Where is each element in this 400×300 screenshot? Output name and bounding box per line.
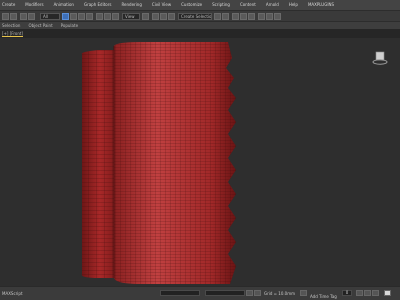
render-frame-icon[interactable]	[266, 13, 273, 20]
x-coordinate-field[interactable]	[160, 290, 200, 296]
select-and-scale-icon[interactable]	[112, 13, 119, 20]
menu-create[interactable]: Create	[2, 0, 15, 10]
redo-icon[interactable]	[10, 13, 17, 20]
maximize-viewport-icon[interactable]	[384, 290, 391, 296]
menu-customize[interactable]: Customize	[181, 0, 202, 10]
pivot-center-icon[interactable]	[142, 13, 149, 20]
selection-filter-dropdown[interactable]: All	[40, 13, 60, 20]
undo-icon[interactable]	[2, 13, 9, 20]
pan-icon[interactable]	[372, 290, 379, 296]
menu-graph-editors[interactable]: Graph Editors	[84, 0, 111, 10]
menu-arnold[interactable]: Arnold	[266, 0, 279, 10]
menu-help[interactable]: Help	[289, 0, 298, 10]
menu-modifiers[interactable]: Modifiers	[25, 0, 43, 10]
ribbon-tab-object-paint[interactable]: Object Paint	[28, 23, 52, 28]
menu-maxplugins[interactable]: MAXPLUGINS	[308, 0, 334, 10]
zoom-extents-icon[interactable]	[356, 290, 363, 296]
rectangular-selection-icon[interactable]	[78, 13, 85, 20]
ribbon-tabs: Selection Object Paint Populate	[0, 22, 400, 29]
mirror-icon[interactable]	[214, 13, 221, 20]
ribbon-tab-selection[interactable]: Selection	[2, 23, 20, 28]
menu-scripting[interactable]: Scripting	[212, 0, 230, 10]
window-crossing-icon[interactable]	[86, 13, 93, 20]
y-coordinate-field[interactable]	[205, 290, 245, 296]
maxscript-listener-label[interactable]: MAXScript	[2, 291, 23, 296]
menu-content[interactable]: Content	[240, 0, 256, 10]
ribbon-tab-populate[interactable]: Populate	[61, 23, 78, 28]
status-bar: MAXScript Grid = 10.0mm Add Time Tag 0	[0, 286, 400, 300]
tire-cylinder	[113, 42, 236, 284]
select-and-move-icon[interactable]	[96, 13, 103, 20]
front-viewport[interactable]	[0, 38, 400, 286]
link-icon[interactable]	[20, 13, 27, 20]
angle-snap-icon[interactable]	[160, 13, 167, 20]
unlink-icon[interactable]	[28, 13, 35, 20]
viewport-header: [+] [Front]	[0, 29, 400, 38]
select-object-icon[interactable]	[62, 13, 69, 20]
zoom-icon[interactable]	[364, 290, 371, 296]
snaps-toggle-icon[interactable]	[152, 13, 159, 20]
render-production-icon[interactable]	[274, 13, 281, 20]
curve-editor-icon[interactable]	[240, 13, 247, 20]
reference-coordinate-dropdown[interactable]: View	[122, 13, 140, 20]
align-icon[interactable]	[222, 13, 229, 20]
frame-field[interactable]: 0	[342, 290, 352, 296]
add-time-tag-label[interactable]: Add Time Tag	[310, 294, 337, 299]
main-toolbar: All View Create Selection Set	[0, 10, 400, 22]
named-selection-sets-dropdown[interactable]: Create Selection Set	[178, 13, 212, 20]
set-key-icon[interactable]	[246, 290, 253, 296]
select-and-rotate-icon[interactable]	[104, 13, 111, 20]
menu-bar: Create Modifiers Animation Graph Editors…	[0, 0, 400, 10]
render-setup-icon[interactable]	[258, 13, 265, 20]
menu-civil-view[interactable]: Civil View	[152, 0, 171, 10]
hub-cylinder	[81, 50, 118, 278]
menu-rendering[interactable]: Rendering	[121, 0, 141, 10]
time-tag-icon[interactable]	[300, 290, 307, 296]
key-filter-icon[interactable]	[254, 290, 261, 296]
select-by-name-icon[interactable]	[70, 13, 77, 20]
grid-size-label: Grid = 10.0mm	[264, 291, 295, 296]
viewport-label[interactable]: [+] [Front]	[2, 31, 23, 37]
menu-animation[interactable]: Animation	[54, 0, 74, 10]
layer-explorer-icon[interactable]	[232, 13, 239, 20]
viewcube-icon[interactable]	[372, 50, 388, 66]
percent-snap-icon[interactable]	[168, 13, 175, 20]
mesh-render	[81, 42, 236, 284]
material-editor-icon[interactable]	[248, 13, 255, 20]
